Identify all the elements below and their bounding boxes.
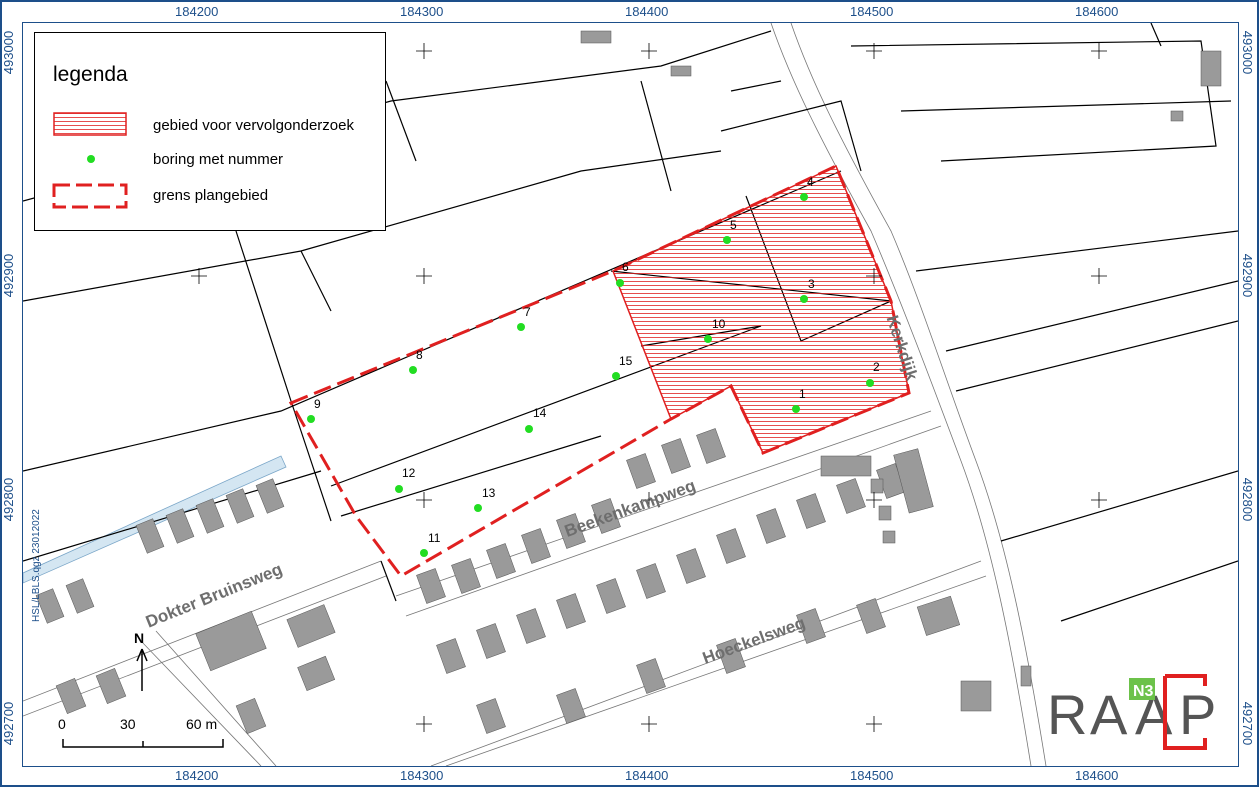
boring-1	[792, 405, 800, 413]
boring-5	[723, 236, 731, 244]
north-arrow	[136, 648, 148, 691]
y-tick-left-4: 492700	[1, 701, 17, 746]
boring-label-12: 12	[402, 466, 416, 480]
scale-label-60: 60 m	[186, 716, 218, 732]
boring-10	[704, 335, 712, 343]
y-tick-right-2: 492900	[1240, 253, 1256, 298]
boring-7	[517, 323, 525, 331]
raap-logo-svg: R A A P N3	[1047, 674, 1216, 750]
boring-label-5: 5	[730, 218, 737, 232]
boring-4	[800, 193, 808, 201]
boring-label-2: 2	[873, 360, 880, 374]
boring-2	[866, 379, 874, 387]
y-tick-right-1: 493000	[1240, 30, 1256, 75]
boring-label-8: 8	[416, 348, 423, 362]
y-tick-left-3: 492800	[1, 477, 17, 522]
scale-label-0: 0	[58, 716, 66, 732]
legend-label-hatch: gebied voor vervolgonderzoek	[153, 117, 354, 134]
x-tick-top-3: 184400	[625, 4, 669, 19]
x-tick-top-1: 184200	[175, 4, 219, 19]
legend-label-dash: grens plangebied	[153, 187, 269, 204]
legend-dot-symbol	[87, 155, 95, 163]
legend-dash-symbol	[52, 183, 128, 209]
boring-label-13: 13	[482, 486, 496, 500]
boring-11	[420, 549, 428, 557]
x-tick-top-5: 184600	[1075, 4, 1119, 19]
north-label: N	[134, 630, 145, 646]
boring-label-6: 6	[622, 260, 629, 274]
x-tick-bottom-2: 184300	[400, 768, 444, 783]
y-tick-left-2: 492900	[1, 253, 17, 298]
boring-label-10: 10	[712, 317, 726, 331]
svg-text:A: A	[1090, 683, 1128, 746]
boring-13	[474, 504, 482, 512]
y-tick-left-1: 493000	[1, 30, 17, 75]
legend-hatch-symbol	[53, 112, 127, 136]
credit-text: HSL/LBLS.qgz 23012022	[31, 509, 42, 622]
x-tick-top-2: 184300	[400, 4, 444, 19]
boring-14	[525, 425, 533, 433]
svg-text:N3: N3	[1133, 683, 1154, 700]
svg-text:R: R	[1047, 683, 1087, 746]
x-tick-bottom-4: 184500	[850, 768, 894, 783]
x-tick-bottom-1: 184200	[175, 768, 219, 783]
boring-label-1: 1	[799, 387, 806, 401]
boring-label-4: 4	[807, 175, 814, 189]
boring-label-14: 14	[533, 406, 547, 420]
x-tick-bottom-5: 184600	[1075, 768, 1119, 783]
boring-label-15: 15	[619, 354, 633, 368]
boring-8	[409, 366, 417, 374]
boring-label-9: 9	[314, 397, 321, 411]
boring-15	[612, 372, 620, 380]
scale-label-30: 30	[120, 716, 136, 732]
boring-12	[395, 485, 403, 493]
boring-9	[307, 415, 315, 423]
legend: legenda gebied voor vervolgonderzoek bor…	[34, 32, 386, 231]
boring-label-7: 7	[524, 305, 531, 319]
x-tick-top-4: 184500	[850, 4, 894, 19]
boring-6	[616, 279, 624, 287]
y-tick-right-4: 492700	[1240, 701, 1256, 746]
boring-label-11: 11	[428, 531, 441, 545]
y-tick-right-3: 492800	[1240, 477, 1256, 522]
svg-text:P: P	[1179, 683, 1216, 746]
x-tick-bottom-3: 184400	[625, 768, 669, 783]
boring-3	[800, 295, 808, 303]
boring-label-3: 3	[808, 277, 815, 291]
raap-logo: R A A P N3	[1047, 672, 1227, 752]
scale-bar	[62, 739, 224, 748]
legend-label-dot: boring met nummer	[153, 151, 284, 168]
